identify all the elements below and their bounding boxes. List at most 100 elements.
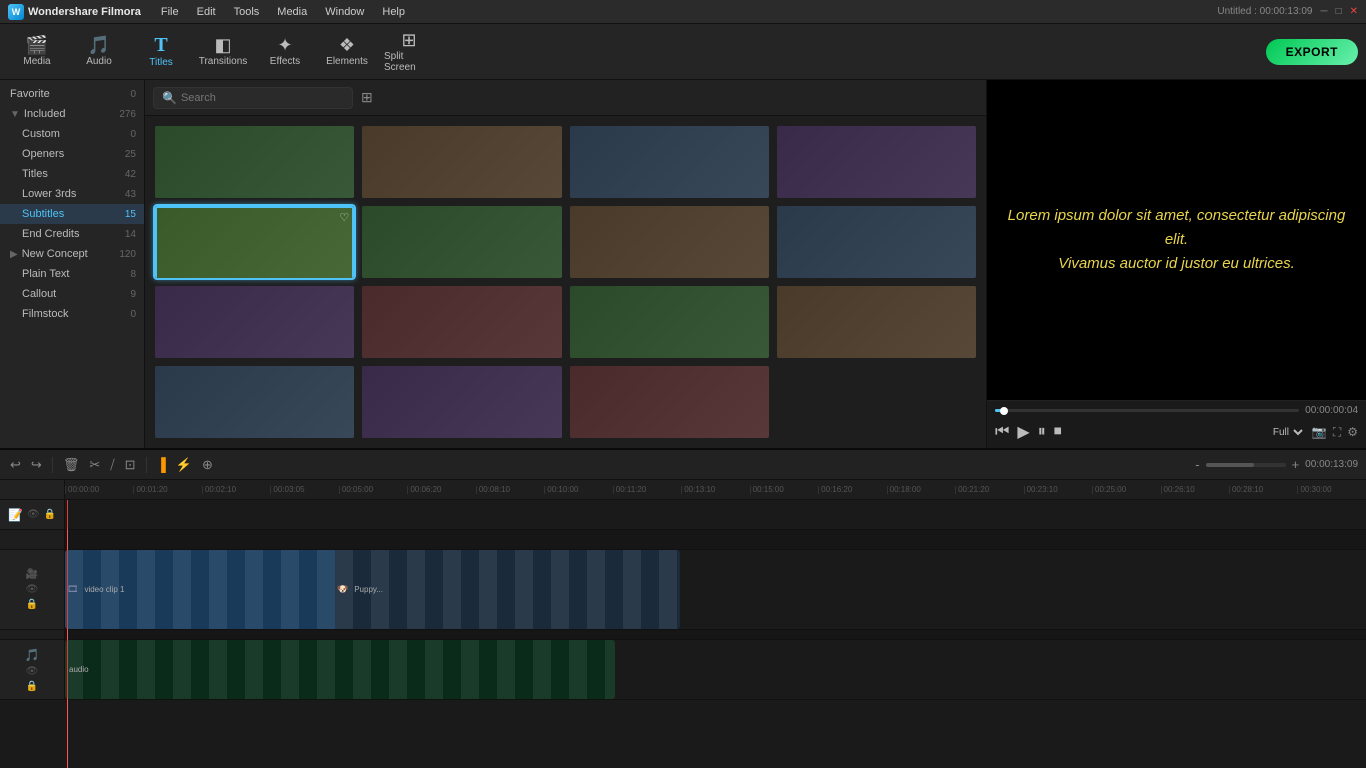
pause-btn[interactable]: ⏸ — [1038, 423, 1046, 441]
menu-window[interactable]: Window — [317, 4, 372, 20]
progress-bar[interactable] — [995, 409, 1299, 412]
tool-media[interactable]: 🎬 Media — [8, 28, 66, 76]
screenshot-btn[interactable]: 📷 — [1312, 425, 1327, 439]
ruler-mark-1: 00:01:20 — [133, 486, 201, 494]
menu-tools[interactable]: Tools — [226, 4, 268, 20]
tool-titles[interactable]: T Titles — [132, 28, 190, 76]
end-credits-count: 14 — [125, 229, 136, 240]
eye-icon-vid[interactable]: 👁 — [26, 584, 39, 595]
menu-file[interactable]: File — [153, 4, 187, 20]
thumb-subtitle6[interactable]: Title Subtitle 6 — [360, 204, 563, 280]
thumb-subtitle8[interactable]: Title Subtitle 8 — [775, 204, 978, 280]
expand-icon-2: ▶ — [10, 249, 18, 260]
titles-icon: T — [154, 35, 167, 55]
track-content-subtitle — [65, 500, 1366, 529]
heart-icon-5[interactable]: ♡ — [339, 211, 349, 224]
video-clip-2[interactable]: 🐶 Puppy... — [335, 550, 680, 629]
undo-btn[interactable]: ↩ — [8, 455, 23, 475]
thumb-subtitle2[interactable]: Title Subtitle 2 — [360, 124, 563, 200]
skip-back-btn[interactable]: ⏮ — [995, 423, 1009, 441]
cut-btn[interactable]: ✂ — [87, 455, 102, 475]
lock-icon-sub[interactable]: 🔒 — [44, 509, 56, 520]
sidebar-item-custom[interactable]: Custom 0 — [0, 124, 144, 144]
lock-icon-aud[interactable]: 🔒 — [26, 681, 38, 692]
eye-icon-sub[interactable]: 👁 — [27, 509, 40, 520]
thumb-subtitle7[interactable]: Title Subtitle 7 — [568, 204, 771, 280]
lock-icon-vid[interactable]: 🔒 — [26, 599, 38, 610]
sidebar-item-subtitles[interactable]: Subtitles 15 — [0, 204, 144, 224]
delete-btn[interactable]: 🗑 — [61, 455, 82, 475]
tool-audio[interactable]: 🎵 Audio — [70, 28, 128, 76]
elements-icon: ❖ — [339, 36, 355, 54]
sidebar-item-callout[interactable]: Callout 9 — [0, 284, 144, 304]
thumb-subtitle10[interactable]: Title Subtitle 10 — [360, 284, 563, 360]
lower3rds-count: 43 — [125, 189, 136, 200]
zoom-in-btn[interactable]: + — [1290, 455, 1302, 474]
menu-bar: W Wondershare Filmora File Edit Tools Me… — [0, 0, 1366, 24]
search-input[interactable] — [181, 92, 344, 104]
split-btn[interactable]: ⧸ — [108, 455, 116, 475]
sidebar-item-plain-text[interactable]: Plain Text 8 — [0, 264, 144, 284]
clip-icon-2: 🐶 — [335, 584, 350, 595]
thumb-subtitle15[interactable]: Title Subtitle 15 — [568, 364, 771, 440]
sidebar-item-openers[interactable]: Openers 25 — [0, 144, 144, 164]
thumb-subtitle12[interactable]: Title Subtitle 12 — [775, 284, 978, 360]
zoom-bar[interactable] — [1206, 463, 1286, 467]
ruler-mark-0: 00:00:00 — [65, 486, 133, 494]
zoom-out-btn[interactable]: - — [1193, 455, 1201, 474]
stabilize-btn[interactable]: ⊕ — [200, 455, 215, 475]
tl-divider-1 — [52, 457, 53, 473]
tool-split-screen[interactable]: ⊞ Split Screen — [380, 28, 438, 76]
close-btn[interactable]: ✕ — [1350, 6, 1358, 17]
stop-btn[interactable]: ⏹ — [1054, 423, 1062, 441]
fullscreen-btn[interactable]: ⛶ — [1333, 425, 1341, 440]
ruler-mark-18: 00:30:00 — [1297, 486, 1365, 494]
grid-view-button[interactable]: ⊞ — [361, 89, 373, 106]
playback-controls: ⏮ ▶ ⏸ ⏹ — [995, 422, 1062, 442]
thumb-subtitle4[interactable]: Title Subtitle 4 — [775, 124, 978, 200]
sidebar-item-end-credits[interactable]: End Credits 14 — [0, 224, 144, 244]
sidebar-item-titles[interactable]: Titles 42 — [0, 164, 144, 184]
ruler-mark-7: 00:10:00 — [544, 486, 612, 494]
thumb-subtitle14[interactable]: Title Subtitle 14 — [360, 364, 563, 440]
audio-icon: 🎵 — [88, 36, 110, 54]
thumb-subtitle9[interactable]: Title Subtitle 9 — [153, 284, 356, 360]
titles-label: Titles — [22, 168, 48, 180]
window-title: Untitled : 00:00:13:09 — [1217, 6, 1312, 17]
settings-btn[interactable]: ⚙ — [1347, 425, 1358, 439]
tool-elements[interactable]: ❖ Elements — [318, 28, 376, 76]
thumb-subtitle5[interactable]: Title ♡ + Subtitle 5 — [153, 204, 356, 280]
marker-btn[interactable]: ▐ — [155, 455, 168, 474]
clip-label-1: video clip 1 — [80, 585, 128, 594]
sidebar-item-included[interactable]: ▼ Included 276 — [0, 104, 144, 124]
crop-btn[interactable]: ⊡ — [123, 455, 138, 475]
tool-transitions[interactable]: ◧ Transitions — [194, 28, 252, 76]
thumb-subtitle3[interactable]: Title Subtitle 3 — [568, 124, 771, 200]
quality-select[interactable]: Full 1/2 1/4 — [1269, 426, 1306, 439]
sidebar-item-favorite[interactable]: Favorite 0 — [0, 84, 144, 104]
included-label: Included — [24, 108, 66, 120]
right-controls: Full 1/2 1/4 📷 ⛶ ⚙ — [1269, 425, 1358, 440]
minimize-btn[interactable]: ─ — [1320, 6, 1327, 17]
thumb-subtitle1[interactable]: Title Subtitle 1 — [153, 124, 356, 200]
redo-btn[interactable]: ↪ — [29, 455, 44, 475]
tl-divider-2 — [146, 457, 147, 473]
ctrl-row: ⏮ ▶ ⏸ ⏹ Full 1/2 1/4 📷 ⛶ ⚙ — [995, 420, 1358, 444]
media-icon: 🎬 — [26, 36, 48, 54]
thumb-subtitle11[interactable]: Title Subtitle 11 — [568, 284, 771, 360]
menu-media[interactable]: Media — [269, 4, 315, 20]
eye-icon-aud[interactable]: 👁 — [26, 666, 39, 677]
menu-edit[interactable]: Edit — [189, 4, 224, 20]
sidebar-item-new-concept[interactable]: ▶ New Concept 120 — [0, 244, 144, 264]
export-button[interactable]: EXPORT — [1266, 39, 1358, 65]
tool-effects[interactable]: ✦ Effects — [256, 28, 314, 76]
play-btn[interactable]: ▶ — [1017, 422, 1029, 442]
sidebar-item-filmstock[interactable]: Filmstock 0 — [0, 304, 144, 324]
maximize-btn[interactable]: □ — [1336, 6, 1342, 17]
speed-btn[interactable]: ⚡ — [174, 455, 194, 475]
track-content-video[interactable]: 🎞 video clip 1 🐶 Puppy... — [65, 550, 1366, 629]
menu-help[interactable]: Help — [374, 4, 413, 20]
audio-clip[interactable]: audio — [65, 640, 615, 699]
thumb-subtitle13[interactable]: Title Subtitle 13 — [153, 364, 356, 440]
sidebar-item-lower3rds[interactable]: Lower 3rds 43 — [0, 184, 144, 204]
